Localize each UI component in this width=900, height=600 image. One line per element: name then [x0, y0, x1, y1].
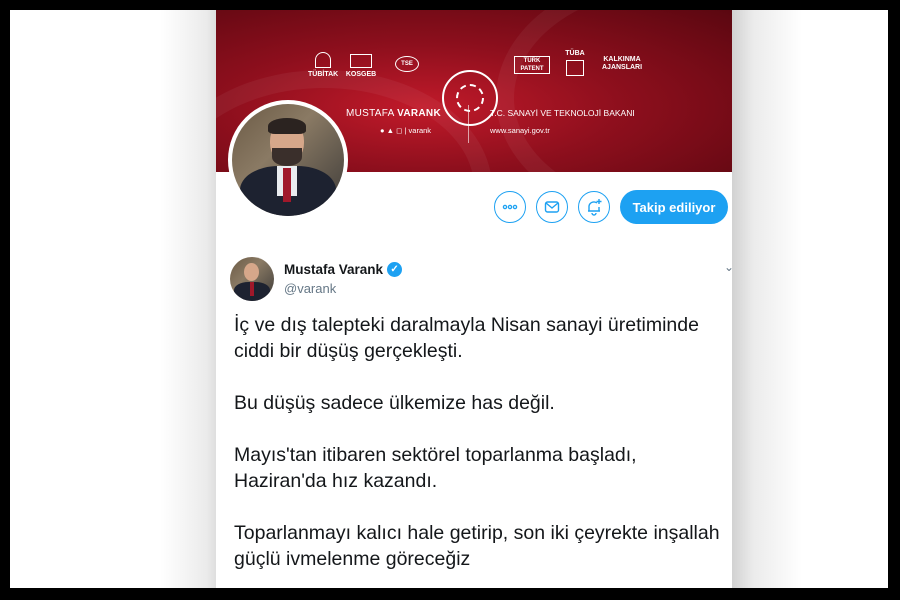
facebook-icon: ●: [380, 126, 385, 135]
kosgeb-logo: KOSGEB: [344, 54, 378, 79]
more-button[interactable]: [494, 191, 526, 223]
right-shadow: [732, 10, 802, 588]
banner-divider: [468, 105, 469, 143]
tuba-logo: TÜBA: [560, 50, 590, 79]
following-button[interactable]: Takip ediliyor: [620, 190, 728, 224]
tse-logo: TSE: [392, 56, 422, 75]
tweet-author-name: Mustafa Varank: [284, 262, 384, 277]
turk-patent-logo: TÜRK PATENT: [512, 56, 552, 77]
banner-social: ● ▲ ◻ | varank: [380, 126, 432, 135]
instagram-icon: ◻: [396, 126, 403, 135]
envelope-icon: [544, 201, 560, 213]
verified-icon: ✓: [387, 262, 403, 277]
tweet-author[interactable]: Mustafa Varank ✓: [284, 262, 403, 277]
screenshot-frame: TÜBİTAK KOSGEB TSE TÜRK PATENT TÜBA KALK…: [10, 10, 888, 588]
more-icon: [502, 204, 518, 210]
notifications-button[interactable]: [578, 191, 610, 223]
banner-social-handle: varank: [408, 126, 432, 135]
tweet-paragraph: Toparlanmayı kalıcı hale getirip, son ik…: [234, 522, 720, 570]
banner-website: www.sanayi.gov.tr: [490, 126, 550, 135]
tubitak-logo: TÜBİTAK: [308, 52, 338, 79]
tweet-paragraph: Mayıs'tan itibaren sektörel toparlanma b…: [234, 444, 637, 492]
profile-card: TÜBİTAK KOSGEB TSE TÜRK PATENT TÜBA KALK…: [216, 10, 732, 588]
tweet-paragraph: Bu düşüş sadece ülkemize has değil.: [234, 392, 555, 414]
chevron-down-icon[interactable]: ⌄: [724, 260, 732, 274]
tweet-paragraph: İç ve dış talepteki daralmayla Nisan san…: [234, 314, 699, 362]
message-button[interactable]: [536, 191, 568, 223]
tweet-handle[interactable]: @varank: [284, 281, 336, 296]
banner-ministry-title: T.C. SANAYİ VE TEKNOLOJİ BAKANI: [490, 108, 635, 118]
kalkinma-ajanslari-logo: KALKINMA AJANSLARI: [602, 56, 643, 71]
bell-plus-icon: [588, 199, 602, 216]
twitter-icon: ▲: [386, 126, 395, 135]
banner-name: MUSTAFA VARANK: [346, 108, 441, 119]
profile-avatar[interactable]: [228, 100, 348, 220]
tweet-text: İç ve dış talepteki daralmayla Nisan san…: [234, 312, 730, 588]
tweet-avatar[interactable]: [230, 257, 274, 301]
banner-logos: TÜBİTAK KOSGEB TSE TÜRK PATENT TÜBA KALK…: [216, 42, 732, 126]
